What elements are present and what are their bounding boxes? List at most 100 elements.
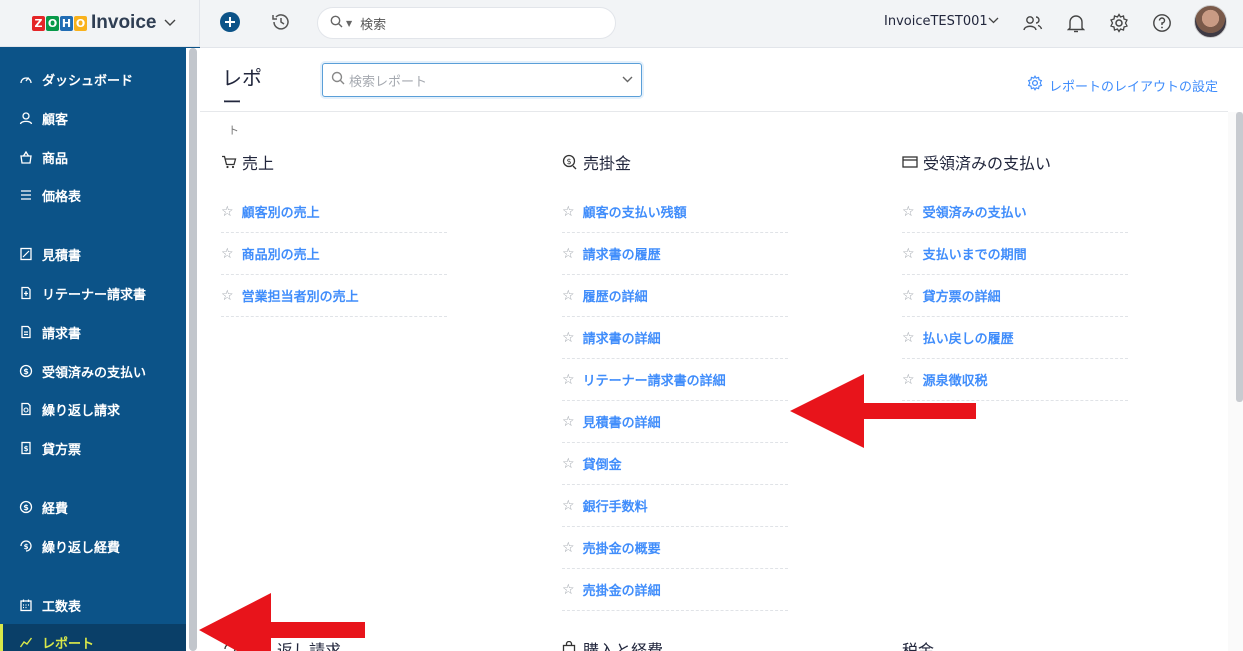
app-name: Invoice xyxy=(91,12,157,33)
report-link[interactable]: ☆ リテーナー請求書の詳細 xyxy=(562,359,788,401)
sidebar-item-customers[interactable]: 顧客 xyxy=(0,100,186,136)
users-icon[interactable] xyxy=(1022,12,1044,34)
report-link[interactable]: ☆ 払い戻しの履歴 xyxy=(902,317,1128,359)
report-link[interactable]: ☆ 見積書の詳細 xyxy=(562,401,788,443)
report-link[interactable]: ☆ 銀行手数料 xyxy=(562,485,788,527)
sidebar-item-price-list[interactable]: 価格表 xyxy=(0,177,186,213)
report-link[interactable]: ☆ 貸方票の詳細 xyxy=(902,275,1128,317)
report-link[interactable]: ☆ 顧客の支払い残額 xyxy=(562,191,788,233)
report-search-input[interactable]: 検索レポート xyxy=(349,71,427,90)
report-link[interactable]: ☆ 営業担当者別の売上 xyxy=(221,275,447,317)
report-link[interactable]: ☆ 請求書の履歴 xyxy=(562,233,788,275)
report-link[interactable]: ☆ 履歴の詳細 xyxy=(562,275,788,317)
report-link-label[interactable]: 見積書の詳細 xyxy=(583,412,661,431)
invoice-icon xyxy=(18,324,34,340)
report-link-label[interactable]: 売掛金の詳細 xyxy=(583,580,661,599)
svg-text:$: $ xyxy=(566,157,571,166)
report-link-label[interactable]: 貸方票の詳細 xyxy=(923,286,1001,305)
report-link[interactable]: ☆ 支払いまでの期間 xyxy=(902,233,1128,275)
sidebar-item-dashboard[interactable]: ダッシュボード xyxy=(0,61,186,97)
chevron-down-icon[interactable] xyxy=(988,14,999,27)
sidebar-item-label: 受領済みの支払い xyxy=(42,365,147,381)
section-title: 売上 xyxy=(242,154,275,173)
search-filter-caret-icon[interactable]: ▼ xyxy=(346,19,352,28)
report-link[interactable]: ☆ 受領済みの支払い xyxy=(902,191,1128,233)
star-icon[interactable]: ☆ xyxy=(221,288,234,304)
report-link-label[interactable]: 顧客の支払い残額 xyxy=(583,202,687,221)
bag-icon xyxy=(562,640,578,651)
star-icon[interactable]: ☆ xyxy=(562,456,575,472)
help-icon[interactable] xyxy=(1151,12,1173,34)
star-icon[interactable]: ☆ xyxy=(562,330,575,346)
report-link-label[interactable]: 受領済みの支払い xyxy=(923,202,1027,221)
settings-gear-icon[interactable] xyxy=(1108,12,1130,34)
sidebar-item-timesheet[interactable]: 工数表 xyxy=(0,587,186,623)
star-icon[interactable]: ☆ xyxy=(562,414,575,430)
report-layout-settings-link[interactable]: レポートのレイアウトの設定 xyxy=(1027,75,1218,95)
sidebar-item-label: 請求書 xyxy=(42,326,82,342)
sidebar-item-recurring-expenses[interactable]: $ 繰り返し経費 xyxy=(0,528,186,564)
sidebar-item-payments-received[interactable]: $ 受領済みの支払い xyxy=(0,353,186,389)
star-icon[interactable]: ☆ xyxy=(221,204,234,220)
sidebar-item-credit-notes[interactable]: $ 貸方票 xyxy=(0,430,186,466)
star-icon[interactable]: ☆ xyxy=(562,246,575,262)
reports-icon xyxy=(18,634,34,650)
sidebar-item-retainer-invoices[interactable]: リテーナー請求書 xyxy=(0,275,186,311)
sidebar-item-expenses[interactable]: $ 経費 xyxy=(0,489,186,525)
report-link-label[interactable]: リテーナー請求書の詳細 xyxy=(583,370,726,389)
star-icon[interactable]: ☆ xyxy=(221,246,234,262)
section-title: 税金 xyxy=(902,641,935,651)
quick-create-button[interactable] xyxy=(220,12,240,32)
star-icon[interactable]: ☆ xyxy=(562,540,575,556)
star-icon[interactable]: ☆ xyxy=(902,246,915,262)
star-icon[interactable]: ☆ xyxy=(902,330,915,346)
report-link-label[interactable]: 商品別の売上 xyxy=(242,244,320,263)
report-link-label[interactable]: 請求書の詳細 xyxy=(583,328,661,347)
star-icon[interactable]: ☆ xyxy=(902,204,915,220)
report-link[interactable]: ☆ 貸倒金 xyxy=(562,443,788,485)
sidebar-item-items[interactable]: 商品 xyxy=(0,139,186,175)
report-link[interactable]: ☆ 売掛金の概要 xyxy=(562,527,788,569)
star-icon[interactable]: ☆ xyxy=(562,372,575,388)
sidebar-item-label: レポート xyxy=(42,636,95,651)
report-link-label[interactable]: 売掛金の概要 xyxy=(583,538,661,557)
report-link[interactable]: ☆ 請求書の詳細 xyxy=(562,317,788,359)
sidebar-item-estimates[interactable]: 見積書 xyxy=(0,236,186,272)
report-link[interactable]: ☆ 顧客別の売上 xyxy=(221,191,447,233)
star-icon[interactable]: ☆ xyxy=(562,582,575,598)
brand-switcher[interactable]: Z O H O Invoice xyxy=(0,0,200,47)
section-heading: 受領済みの支払い xyxy=(902,150,1128,174)
report-link-label[interactable]: 履歴の詳細 xyxy=(583,286,648,305)
star-icon[interactable]: ☆ xyxy=(902,288,915,304)
section-title: 受領済みの支払い xyxy=(923,154,1052,173)
sidebar-item-label: 繰り返し請求 xyxy=(42,403,121,419)
report-link-label[interactable]: 払い戻しの履歴 xyxy=(923,328,1014,347)
sidebar-scrollbar[interactable] xyxy=(189,48,197,651)
notifications-bell-icon[interactable] xyxy=(1065,12,1087,34)
star-icon[interactable]: ☆ xyxy=(562,498,575,514)
sidebar-item-reports[interactable]: レポート xyxy=(0,624,186,651)
report-link[interactable]: ☆ 商品別の売上 xyxy=(221,233,447,275)
section-heading: $ 売掛金 xyxy=(562,150,788,174)
global-search[interactable]: ▼ 検索 xyxy=(317,7,616,39)
report-link-label[interactable]: 顧客別の売上 xyxy=(242,202,320,221)
chevron-down-icon xyxy=(164,16,176,31)
report-search-select[interactable]: 検索レポート xyxy=(322,63,642,97)
report-link[interactable]: ☆ 売掛金の詳細 xyxy=(562,569,788,611)
global-search-input[interactable]: 検索 xyxy=(360,14,386,33)
content-scrollbar[interactable] xyxy=(1236,112,1243,402)
report-link-label[interactable]: 銀行手数料 xyxy=(583,496,648,515)
zoho-logo-letter: H xyxy=(60,15,73,31)
report-link-label[interactable]: 請求書の履歴 xyxy=(583,244,661,263)
star-icon[interactable]: ☆ xyxy=(562,204,575,220)
report-link-label[interactable]: 支払いまでの期間 xyxy=(923,244,1027,263)
star-icon[interactable]: ☆ xyxy=(562,288,575,304)
user-avatar[interactable] xyxy=(1194,5,1227,38)
sidebar-item-recurring-invoices[interactable]: 繰り返し請求 xyxy=(0,391,186,427)
report-link-label[interactable]: 営業担当者別の売上 xyxy=(242,286,359,305)
organization-switcher[interactable]: InvoiceTEST001 xyxy=(884,14,988,29)
report-link-label[interactable]: 貸倒金 xyxy=(583,454,622,473)
sidebar-item-invoices[interactable]: 請求書 xyxy=(0,314,186,350)
recent-history-button[interactable] xyxy=(270,11,292,33)
chevron-down-icon[interactable] xyxy=(622,73,633,86)
